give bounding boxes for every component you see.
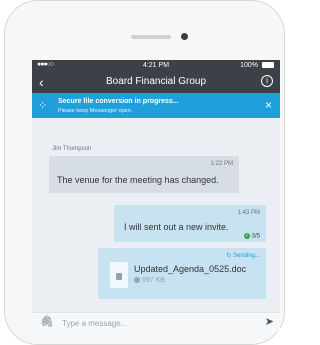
spinner-icon: ⁘ [38, 100, 48, 112]
attach-icon[interactable]: 🖇 [40, 315, 54, 328]
send-button[interactable]: ➤ [265, 315, 274, 328]
message-text: The venue for the meeting has changed. [57, 175, 219, 185]
document-lock-icon [110, 262, 128, 288]
front-camera [181, 33, 188, 40]
sending-status: ↻ Sending... [226, 253, 260, 259]
message-time: 1:22 PM [210, 161, 233, 167]
check-icon: ✓ [243, 233, 250, 239]
banner-subtitle: Please keep Messenger open. [58, 108, 133, 114]
status-bar: ●●●○○ 4:21 PM 100% [32, 60, 280, 71]
attachment-size: 697 KB [134, 277, 165, 284]
message-input[interactable]: Type a message... [62, 319, 127, 328]
banner-title: Secure file conversion in progress... [58, 98, 179, 105]
speaker-slot [131, 35, 171, 39]
attachment-message[interactable]: ↻ Sending... Updated_Agenda_0525.doc 697… [98, 248, 266, 299]
conversion-banner: ⁘ Secure file conversion in progress... … [32, 93, 280, 118]
attachment-size-value: 697 KB [142, 277, 165, 284]
file-size-icon [134, 277, 140, 284]
sender-name: Jim Thompson [52, 146, 92, 152]
battery-label: 100% [240, 62, 258, 69]
battery-icon [262, 62, 274, 68]
read-receipt: ✓ 3/5 [243, 233, 260, 240]
message-time: 1:43 PM [237, 210, 260, 216]
navigation-bar: ‹ Board Financial Group i [32, 71, 280, 93]
outgoing-message[interactable]: 1:43 PM I will sent out a new invite. ✓ … [114, 205, 266, 242]
incoming-message[interactable]: 1:22 PM The venue for the meeting has ch… [49, 156, 239, 193]
info-button[interactable]: i [261, 75, 273, 87]
read-count: 3/5 [251, 233, 260, 240]
messenger-screen: ●●●○○ 4:21 PM 100% ‹ Board Financial Gro… [32, 60, 280, 332]
message-text: I will sent out a new invite. [124, 222, 229, 232]
attachment-name[interactable]: Updated_Agenda_0525.doc [134, 264, 246, 274]
banner-close-button[interactable]: × [265, 98, 272, 112]
phone-frame: ●●●○○ 4:21 PM 100% ‹ Board Financial Gro… [4, 0, 285, 345]
message-composer: 🖇 Type a message... ➤ [32, 312, 280, 332]
conversation-title: Board Financial Group [105, 76, 207, 87]
